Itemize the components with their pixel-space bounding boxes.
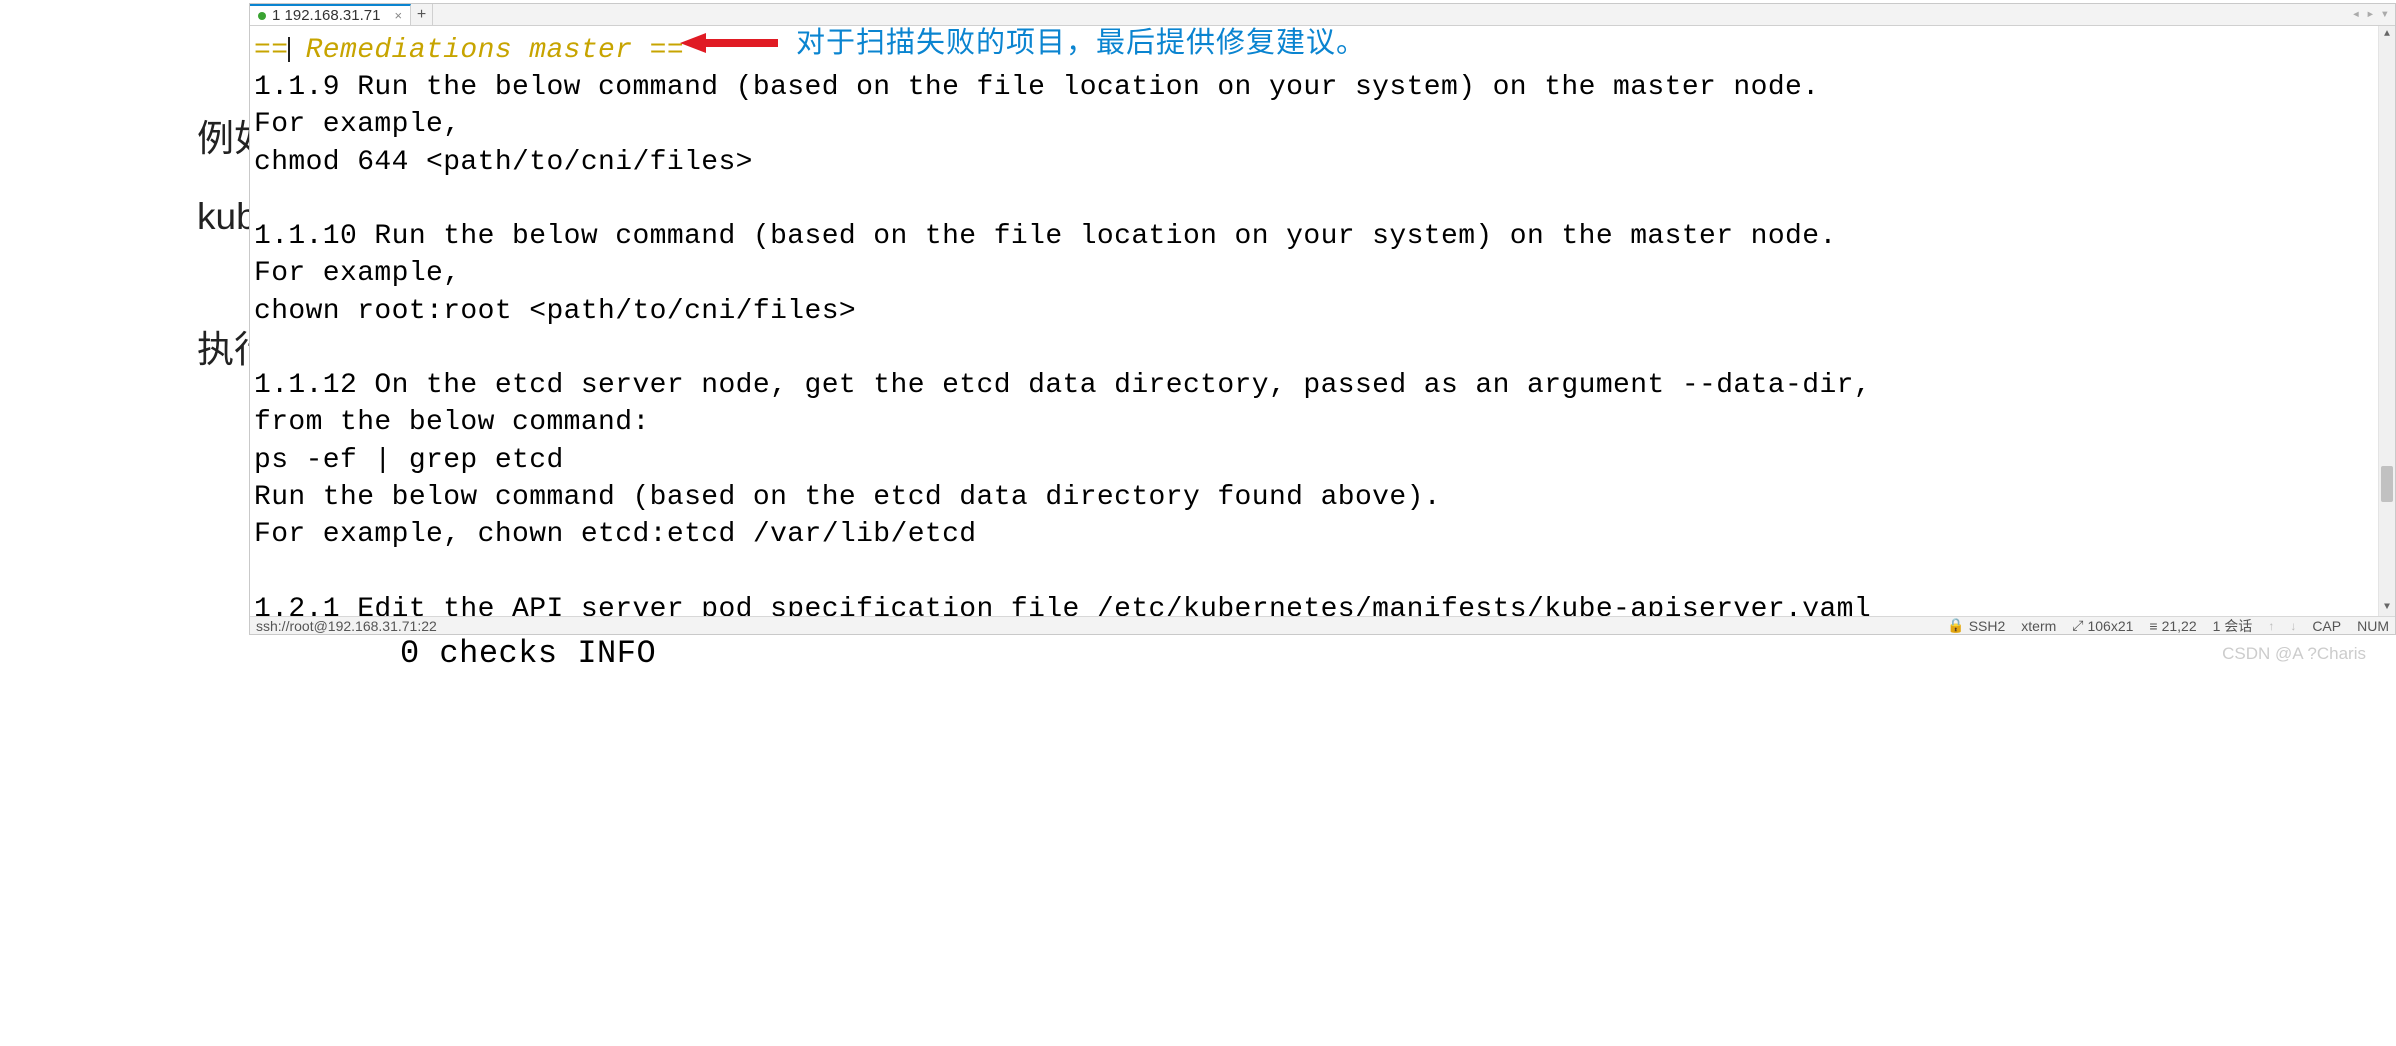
connection-status-icon	[258, 12, 266, 20]
status-cursor-pos: ≡21,22	[2149, 618, 2196, 634]
status-cap: CAP	[2312, 618, 2341, 634]
scroll-thumb[interactable]	[2381, 466, 2393, 502]
status-num: NUM	[2357, 618, 2389, 634]
tab-prev-icon[interactable]: ◂	[2352, 6, 2360, 23]
terminal-tab-active[interactable]: 1 192.168.31.71 ×	[250, 4, 411, 25]
scroll-up-icon[interactable]: ▲	[2379, 26, 2395, 43]
status-ssh: 🔒SSH2	[1947, 617, 2005, 634]
status-bar: ssh://root@192.168.31.71:22 🔒SSH2 xterm …	[250, 616, 2395, 634]
vertical-scrollbar[interactable]: ▲ ▼	[2378, 26, 2395, 616]
plus-icon: +	[417, 6, 427, 24]
tab-bar: 1 192.168.31.71 × + ◂ ▸ ▾	[250, 4, 2395, 26]
tab-title: 1 192.168.31.71	[272, 7, 380, 24]
status-connection: ssh://root@192.168.31.71:22	[256, 618, 437, 634]
tab-next-icon[interactable]: ▸	[2366, 6, 2374, 23]
arrow-left-icon	[680, 31, 778, 55]
checks-info-line: 0 checks INFO	[400, 635, 656, 672]
scroll-down-icon[interactable]: ▼	[2379, 599, 2395, 616]
tab-nav-controls: ◂ ▸ ▾	[2352, 4, 2395, 25]
terminal-window: 1 192.168.31.71 × + ◂ ▸ ▾ == Remediation…	[249, 3, 2396, 635]
text-cursor	[288, 37, 290, 62]
lock-icon: 🔒	[1947, 617, 1964, 634]
tab-menu-icon[interactable]: ▾	[2381, 6, 2389, 23]
terminal-body-text: 1.1.9 Run the below command (based on th…	[254, 72, 1871, 616]
close-icon[interactable]: ×	[394, 8, 402, 23]
position-icon: ≡	[2149, 618, 2157, 634]
status-session: 1 会话	[2213, 616, 2253, 636]
status-term-type: xterm	[2021, 618, 2056, 634]
remediations-header: == Remediations master ==对于扫描失败的项目，最后提供修…	[254, 35, 684, 66]
status-nav-up-icon[interactable]: ↑	[2268, 619, 2274, 633]
annotation-text: 对于扫描失败的项目，最后提供修复建议。	[796, 26, 1366, 62]
status-size: ⤢106x21	[2072, 617, 2133, 634]
size-icon: ⤢	[2072, 617, 2083, 634]
add-tab-button[interactable]: +	[411, 4, 433, 25]
watermark-text: CSDN @A ?Charis	[2222, 644, 2366, 664]
annotation-overlay: 对于扫描失败的项目，最后提供修复建议。	[680, 26, 1400, 61]
status-nav-down-icon[interactable]: ↓	[2290, 619, 2296, 633]
terminal-output[interactable]: == Remediations master ==对于扫描失败的项目，最后提供修…	[250, 26, 2395, 616]
